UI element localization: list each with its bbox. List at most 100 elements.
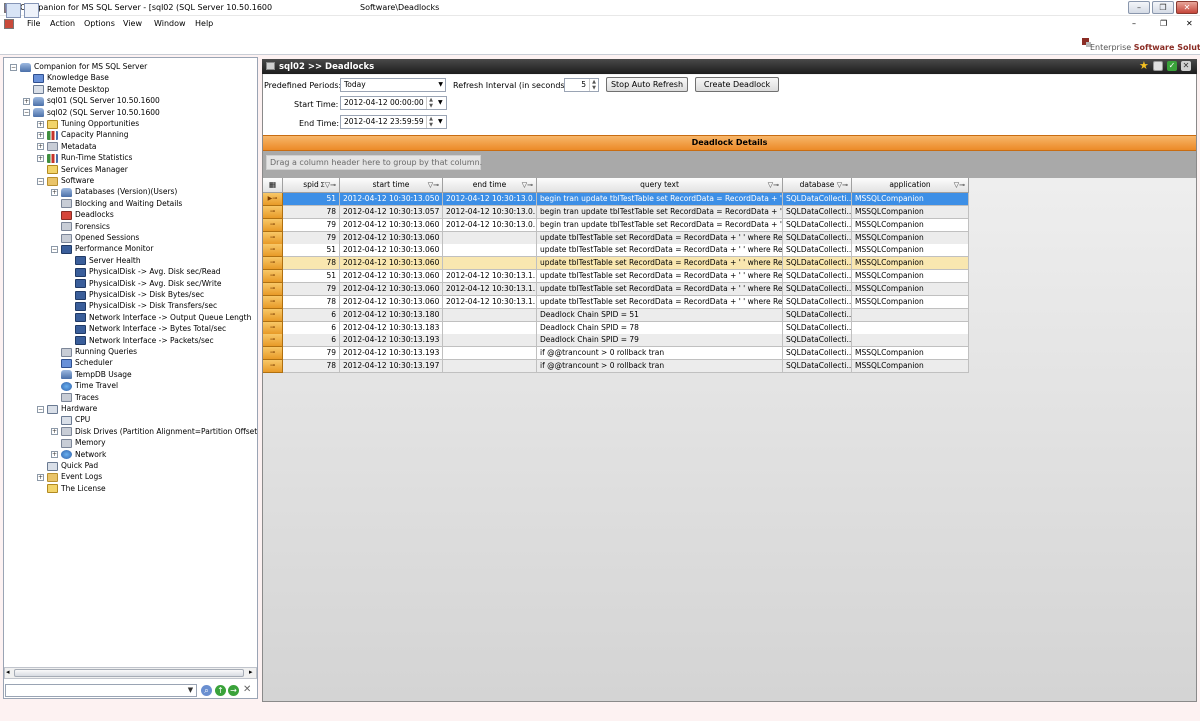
filter-pin-icon[interactable]: ▽⊸ <box>837 178 848 192</box>
tree-node[interactable]: Memory <box>51 437 106 448</box>
menu-options[interactable]: Options <box>84 19 115 28</box>
tree-node[interactable]: + Capacity Planning <box>37 129 128 140</box>
tree-node[interactable]: − sql02 (SQL Server 10.50.1600 <box>23 107 160 118</box>
tree-node[interactable]: + Metadata <box>37 141 97 152</box>
copy-icon[interactable] <box>1153 61 1163 71</box>
menu-action[interactable]: Action <box>50 19 75 28</box>
expand-toggle-icon[interactable]: − <box>37 177 44 185</box>
tree-node[interactable]: Deadlocks <box>51 209 114 220</box>
tree-node[interactable]: PhysicalDisk -> Avg. Disk sec/Write <box>65 278 222 289</box>
tree-node[interactable]: Network Interface -> Output Queue Length <box>65 312 251 323</box>
tree-node[interactable]: Time Travel <box>51 380 118 391</box>
expand-toggle-icon[interactable]: − <box>51 245 58 253</box>
table-row[interactable]: ⊸ 79 2012-04-12 10:30:13.060 2012-04-12 10:… <box>263 218 969 232</box>
grid-view-icon[interactable] <box>24 3 39 18</box>
mdi-close-icon[interactable]: ✕ <box>1186 19 1193 28</box>
scroll-right-icon[interactable]: ▸ <box>249 668 253 676</box>
scrollbar-thumb[interactable] <box>14 669 244 677</box>
mdi-minimize-icon[interactable]: – <box>1132 19 1136 28</box>
tree-node[interactable]: + Disk Drives (Partition Alignment=Partit… <box>51 426 257 437</box>
tree-node[interactable]: Running Queries <box>51 346 137 357</box>
expand-toggle-icon[interactable]: + <box>37 143 44 151</box>
tree-node[interactable]: Traces <box>51 392 99 403</box>
tree-node[interactable]: Server Health <box>65 255 141 266</box>
menu-file[interactable]: File <box>27 19 40 28</box>
tree-node[interactable]: + Databases (Version)(Users) <box>51 186 177 197</box>
row-selector-icon[interactable]: ⊸ <box>263 321 283 335</box>
row-selector-icon[interactable]: ⊸ <box>263 347 283 361</box>
row-selector-icon[interactable]: ⊸ <box>263 282 283 296</box>
tree-node[interactable]: + Run-Time Statistics <box>37 152 132 163</box>
tree-node[interactable]: Quick Pad <box>37 460 98 471</box>
tree-node[interactable]: Network Interface -> Packets/sec <box>65 335 214 346</box>
chevron-down-icon[interactable]: ▼ <box>185 685 196 696</box>
table-row[interactable]: ⊸ 79 2012-04-12 10:30:13.193 if @@trancount… <box>263 347 969 361</box>
tree-node[interactable]: − Companion for MS SQL Server <box>10 61 147 72</box>
table-row[interactable]: ⊸ 51 2012-04-12 10:30:13.060 update tblTest… <box>263 244 969 258</box>
table-row[interactable]: ⊸ 78 2012-04-12 10:30:13.197 if @@trancount… <box>263 360 969 374</box>
tree-node[interactable]: − Hardware <box>37 403 97 414</box>
start-time-spinner-icon[interactable]: ▲ ▼ <box>426 97 435 109</box>
expand-toggle-icon[interactable]: + <box>37 154 44 162</box>
table-row[interactable]: ⊸ 78 2012-04-12 10:30:13.060 update tblTest… <box>263 257 969 271</box>
row-selector-icon[interactable]: ⊸ <box>263 295 283 309</box>
tree-node[interactable]: Knowledge Base <box>23 72 109 83</box>
row-selector-icon[interactable]: ⊸ <box>263 244 283 258</box>
tree-node[interactable]: + sql01 (SQL Server 10.50.1600 <box>23 95 160 106</box>
end-time-spinner-icon[interactable]: ▲ ▼ <box>426 116 435 128</box>
tree-node[interactable]: − Software <box>37 175 94 186</box>
tree-node[interactable]: + Event Logs <box>37 471 102 482</box>
filter-pin-icon[interactable]: ▽⊸ <box>768 178 779 192</box>
menu-help[interactable]: Help <box>195 19 213 28</box>
row-selector-icon[interactable]: ⊸ <box>263 334 283 348</box>
table-row[interactable]: ⊸ 6 2012-04-12 10:30:13.180 Deadlock Chain … <box>263 308 969 322</box>
filter-pin-icon[interactable]: ▽⊸ <box>954 178 965 192</box>
tree-node[interactable]: Forensics <box>51 221 110 232</box>
expand-toggle-icon[interactable]: − <box>37 405 44 413</box>
column-chooser-icon[interactable]: ▦ <box>263 178 283 193</box>
favorite-star-icon[interactable]: ★ <box>1139 60 1149 71</box>
tree-node[interactable]: − Performance Monitor <box>51 243 153 254</box>
tree-node[interactable]: TempDB Usage <box>51 369 132 380</box>
spinner-arrows-icon[interactable]: ▲ ▼ <box>589 79 598 91</box>
stop-auto-refresh-button[interactable]: Stop Auto Refresh <box>606 77 688 92</box>
close-button[interactable]: ✕ <box>1176 1 1198 14</box>
tree-node[interactable]: Services Manager <box>37 164 128 175</box>
column-header-db[interactable]: database ▽⊸ <box>783 178 852 193</box>
tree-node[interactable]: CPU <box>51 414 90 425</box>
table-row[interactable]: ⊸ 79 2012-04-12 10:30:13.060 update tblTest… <box>263 231 969 245</box>
create-deadlock-button[interactable]: Create Deadlock <box>695 77 779 92</box>
column-header-end[interactable]: end time ▽⊸ <box>443 178 537 193</box>
mdi-restore-icon[interactable]: ❐ <box>1160 19 1167 28</box>
table-row[interactable]: ⊸ 6 2012-04-12 10:30:13.193 Deadlock Chain … <box>263 334 969 348</box>
expand-toggle-icon[interactable]: + <box>37 473 44 481</box>
close-doc-icon[interactable]: ✕ <box>1181 61 1191 71</box>
restore-button[interactable]: ❐ <box>1152 1 1174 14</box>
end-time-dropdown-icon[interactable]: ▼ <box>438 118 443 125</box>
expand-toggle-icon[interactable]: − <box>10 63 17 71</box>
column-header-spid[interactable]: spid Σ▽⊸ <box>283 178 340 193</box>
row-selector-icon[interactable]: ⊸ <box>263 257 283 271</box>
table-row[interactable]: ⊸ 51 2012-04-12 10:30:13.060 2012-04-12 10:… <box>263 270 969 284</box>
expand-toggle-icon[interactable]: + <box>51 428 58 436</box>
expand-toggle-icon[interactable]: + <box>23 97 30 105</box>
expand-toggle-icon[interactable]: + <box>51 451 58 459</box>
find-previous-icon[interactable]: ↑ <box>215 685 226 696</box>
scroll-left-icon[interactable]: ◂ <box>6 668 10 676</box>
tree-node[interactable]: PhysicalDisk -> Disk Transfers/sec <box>65 300 217 311</box>
row-selector-icon[interactable]: ⊸ <box>263 231 283 245</box>
tree-node[interactable]: + Tuning Opportunities <box>37 118 139 129</box>
table-row[interactable]: ⊸ 78 2012-04-12 10:30:13.057 2012-04-12 10:… <box>263 205 969 219</box>
row-selector-icon[interactable]: ⊸ <box>263 218 283 232</box>
row-selector-icon[interactable]: ⊸ <box>263 270 283 284</box>
tree-search-input[interactable] <box>5 684 197 697</box>
row-selector-icon[interactable]: ⊸ <box>263 205 283 219</box>
tree-node[interactable]: PhysicalDisk -> Avg. Disk sec/Read <box>65 266 221 277</box>
find-next-icon[interactable]: → <box>228 685 239 696</box>
tree-node[interactable]: Scheduler <box>51 357 113 368</box>
table-row[interactable]: ⊸ 79 2012-04-12 10:30:13.060 2012-04-12 10:… <box>263 282 969 296</box>
column-header-app[interactable]: application ▽⊸ <box>852 178 969 193</box>
tree-node[interactable]: The License <box>37 483 106 494</box>
clear-search-icon[interactable]: ✕ <box>243 684 251 695</box>
table-row[interactable]: ⊸ 78 2012-04-12 10:30:13.060 2012-04-12 10:… <box>263 295 969 309</box>
